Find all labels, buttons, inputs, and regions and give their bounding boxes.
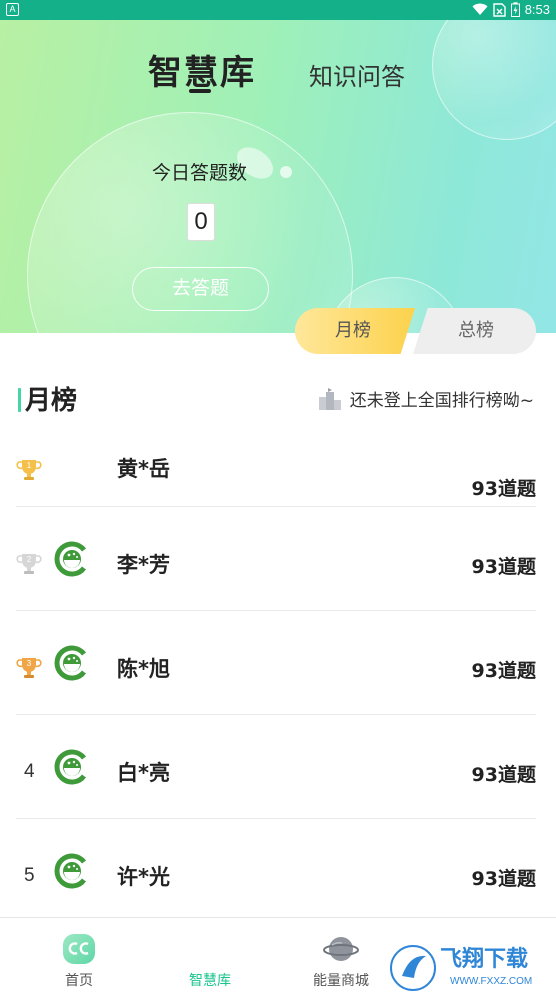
tab-wisdom-library[interactable]: 智慧库 <box>148 45 256 94</box>
avatar <box>54 749 86 785</box>
user-name: 白*亮 <box>117 761 170 785</box>
avatar <box>54 541 86 577</box>
rank-number: 4 <box>24 761 35 782</box>
clock: 8:53 <box>524 2 550 17</box>
answer-count: 93道题 <box>471 764 536 786</box>
planet-icon <box>323 937 359 961</box>
gold-trophy-icon: 1 <box>16 460 42 480</box>
leaderboard-row[interactable]: 1 黄*岳 93道题 <box>16 436 536 507</box>
active-tab-indicator <box>189 89 211 93</box>
battery-icon <box>510 2 520 17</box>
leaderboard-row[interactable]: 3 陈*旭 93道题 <box>16 611 536 715</box>
today-answer-count: 0 <box>187 203 215 241</box>
tab-wisdom-library-nav[interactable]: 智慧库 <box>160 918 260 997</box>
answer-count: 93道题 <box>471 478 536 500</box>
svg-text:1: 1 <box>27 461 32 470</box>
hero-header <box>0 20 556 333</box>
watermark-logo: 飞翔下载 WWW.FXXZ.COM <box>390 945 532 991</box>
tab-total-rank[interactable]: 总榜 <box>413 308 536 354</box>
bubble-highlight <box>280 166 292 178</box>
answer-count: 93道题 <box>471 868 536 890</box>
watermark-url: WWW.FXXZ.COM <box>450 976 532 987</box>
rank-number: 5 <box>24 865 35 886</box>
watermark-text: 飞翔下载 <box>440 946 528 972</box>
user-name: 黄*岳 <box>117 457 170 481</box>
rank-status-text: 还未登上全国排行榜呦~ <box>349 391 534 411</box>
svg-text:2: 2 <box>27 555 32 564</box>
user-name: 许*光 <box>117 865 170 889</box>
answer-count: 93道题 <box>471 556 536 578</box>
avatar <box>54 645 86 681</box>
wifi-icon <box>472 3 488 15</box>
podium-icon <box>318 387 341 410</box>
bronze-trophy-icon: 3 <box>16 658 42 678</box>
leaderboard-row[interactable]: 4 白*亮 93道题 <box>16 715 536 819</box>
tab-label: 首页 <box>65 973 93 989</box>
avatar <box>54 853 86 889</box>
home-cc-icon <box>63 934 95 964</box>
silver-trophy-icon: 2 <box>16 554 42 574</box>
tab-energy-mall[interactable]: 能量商城 <box>291 918 391 997</box>
section-accent-bar <box>18 388 21 412</box>
rank-status: 还未登上全国排行榜呦~ <box>318 386 534 411</box>
answer-count: 93道题 <box>471 660 536 682</box>
tab-home[interactable]: 首页 <box>29 918 129 997</box>
notification-a-icon: A <box>6 3 19 16</box>
tab-label: 能量商城 <box>313 973 369 989</box>
go-answer-button[interactable]: 去答题 <box>132 267 269 311</box>
today-answer-label: 今日答题数 <box>152 162 248 184</box>
user-name: 陈*旭 <box>117 657 170 681</box>
leaderboard-row[interactable]: 2 李*芳 93道题 <box>16 507 536 611</box>
user-name: 李*芳 <box>117 553 170 577</box>
status-bar: A 8:53 <box>0 0 556 20</box>
section-title: 月榜 <box>25 386 78 416</box>
no-sim-icon <box>492 2 506 17</box>
tab-knowledge-qa[interactable]: 知识问答 <box>309 57 405 92</box>
tab-monthly-rank[interactable]: 月榜 <box>295 308 415 354</box>
leaderboard-row[interactable]: 5 许*光 93道题 <box>16 819 536 917</box>
svg-text:3: 3 <box>27 659 32 668</box>
status-icons: 8:53 <box>472 2 550 17</box>
tab-label: 智慧库 <box>189 973 231 989</box>
decorative-bubble <box>432 20 556 140</box>
